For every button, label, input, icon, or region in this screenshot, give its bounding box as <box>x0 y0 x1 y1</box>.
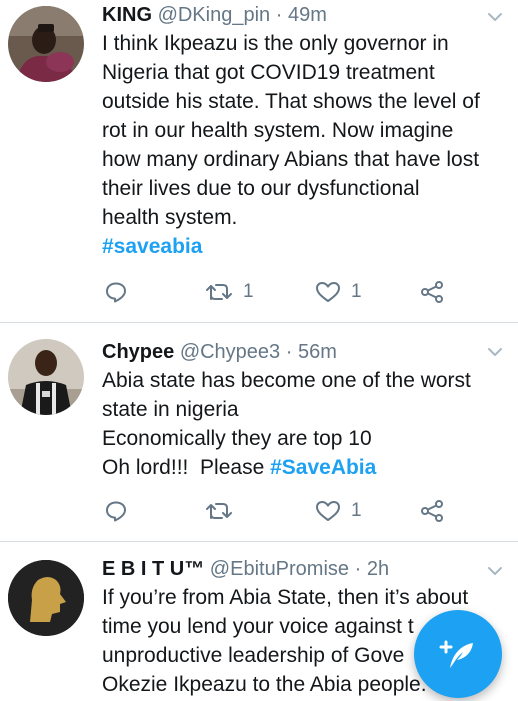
like-button[interactable]: 1 <box>315 277 362 307</box>
tweet-text: Abia state has become one of the worst s… <box>102 366 504 482</box>
retweet-button[interactable] <box>205 496 243 526</box>
chevron-down-icon[interactable] <box>486 343 504 361</box>
separator: · <box>285 341 293 363</box>
tweet-text-line: rot in our health system. Now imagine <box>102 119 454 142</box>
tweet-text-line: Nigeria that got COVID19 treatment <box>102 61 435 84</box>
chevron-down-icon[interactable] <box>486 8 504 26</box>
tweet-text-line: state in nigeria <box>102 398 239 421</box>
timestamp[interactable]: 2h <box>367 558 389 580</box>
tweet-text: I think Ikpeazu is the only governor in … <box>102 29 504 261</box>
heart-icon <box>316 282 340 302</box>
tweet-text-line: health system. <box>102 206 238 229</box>
avatar[interactable] <box>8 6 84 82</box>
compose-tweet-icon <box>439 640 473 668</box>
tweet-text-line: how many ordinary Abians that have lost <box>102 148 480 171</box>
avatar-image <box>8 339 84 415</box>
user-handle[interactable]: @EbituPromise <box>210 558 349 580</box>
timestamp[interactable]: 56m <box>298 341 337 363</box>
hashtag-link[interactable]: #saveabia <box>102 235 202 258</box>
share-icon <box>421 281 443 303</box>
separator: · <box>354 558 362 580</box>
reply-icon <box>106 282 126 303</box>
avatar-image <box>8 560 84 636</box>
tweet-text-line: If you’re from Abia State, then it’s abo… <box>102 586 469 609</box>
separator: · <box>275 4 283 26</box>
like-button[interactable]: 1 <box>315 496 362 526</box>
retweet-icon <box>206 503 232 519</box>
share-button[interactable] <box>420 496 444 526</box>
timestamp[interactable]: 49m <box>288 4 327 26</box>
compose-tweet-button[interactable] <box>414 610 502 698</box>
tweet-header: KING @DKing_pin · 49m <box>102 2 504 28</box>
tweet-card[interactable]: Chypee @Chypee3 · 56m Abia state has bec… <box>0 323 518 541</box>
avatar[interactable] <box>8 339 84 415</box>
like-count: 1 <box>351 281 362 302</box>
share-button[interactable] <box>420 277 444 307</box>
tweet-actions: 1 <box>0 496 518 526</box>
reply-icon <box>106 501 126 522</box>
tweet-text-line: Economically they are top 10 <box>102 427 372 450</box>
user-handle[interactable]: @Chypee3 <box>180 341 280 363</box>
tweet-text-line: Abia state has become one of the worst <box>102 369 471 392</box>
tweet-text-line: their lives due to our dysfunctional <box>102 177 420 200</box>
tweet-text-fragment: Oh lord!!! Please <box>102 456 271 479</box>
display-name[interactable]: Chypee <box>102 341 174 363</box>
tweet-text-line: Oh lord!!! Please #SaveAbia <box>102 453 504 482</box>
heart-icon <box>316 501 340 521</box>
reply-button[interactable] <box>104 496 128 526</box>
tweet-header: E B I T U™ @EbituPromise · 2h <box>102 556 504 582</box>
chevron-down-icon[interactable] <box>486 562 504 580</box>
avatar[interactable] <box>8 560 84 636</box>
user-handle[interactable]: @DKing_pin <box>158 4 271 26</box>
tweet-text-line: outside his state. That shows the level … <box>102 90 480 113</box>
display-name[interactable]: E B I T U™ <box>102 558 204 580</box>
tweet-card[interactable]: KING @DKing_pin · 49m I think Ikpeazu is… <box>0 0 518 322</box>
retweet-icon <box>206 284 232 300</box>
tweet-actions: 1 1 <box>0 277 518 307</box>
hashtag-link[interactable]: #SaveAbia <box>270 456 376 479</box>
retweet-button[interactable]: 1 <box>205 277 254 307</box>
retweet-count: 1 <box>243 281 254 302</box>
like-count: 1 <box>351 500 362 521</box>
reply-button[interactable] <box>104 277 128 307</box>
display-name[interactable]: KING <box>102 4 152 26</box>
tweet-text-line: I think Ikpeazu is the only governor in <box>102 32 449 55</box>
tweet-header: Chypee @Chypee3 · 56m <box>102 339 504 365</box>
avatar-image <box>8 6 84 82</box>
share-icon <box>421 500 443 522</box>
